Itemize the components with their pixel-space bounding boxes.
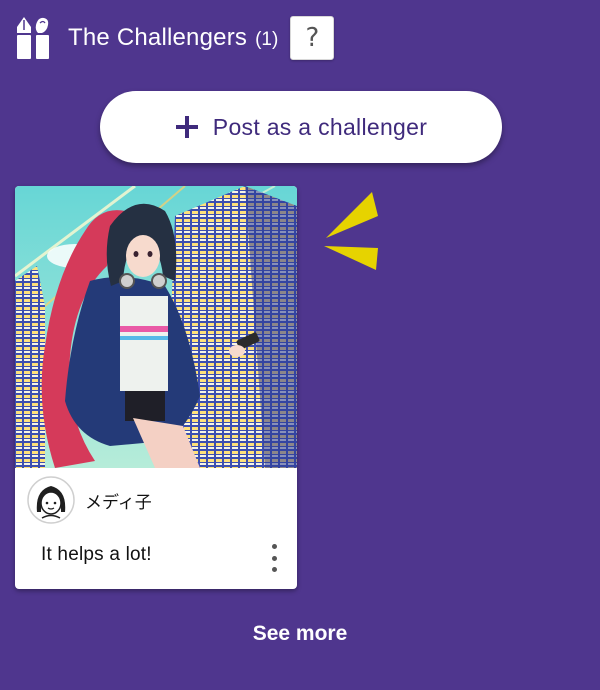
challenger-count: (1)	[255, 28, 279, 50]
girl-avatar-icon[interactable]	[27, 476, 75, 524]
menu-dot	[271, 555, 277, 561]
more-vertical-icon[interactable]	[269, 544, 279, 572]
challenge-artwork-image[interactable]	[15, 186, 297, 468]
challenge-card[interactable]: メディ子 It helps a lot!	[15, 186, 297, 589]
post-as-challenger-button[interactable]: Post as a challenger	[100, 91, 502, 163]
pen-brush-icon	[17, 17, 49, 59]
help-button[interactable]: ?	[290, 16, 335, 60]
see-more-link[interactable]: See more	[0, 622, 600, 646]
section-title: The Challengers	[68, 24, 248, 51]
menu-dot	[271, 567, 277, 572]
author-row: メディ子	[27, 476, 152, 524]
author-name[interactable]: メディ子	[85, 488, 152, 513]
challenge-comment: It helps a lot!	[41, 544, 152, 565]
post-button-label: Post as a challenger	[212, 113, 428, 140]
plus-icon	[175, 116, 198, 138]
sparkle-icon	[324, 192, 378, 270]
menu-dot	[271, 544, 277, 549]
header: The Challengers (1) ?	[14, 14, 335, 62]
